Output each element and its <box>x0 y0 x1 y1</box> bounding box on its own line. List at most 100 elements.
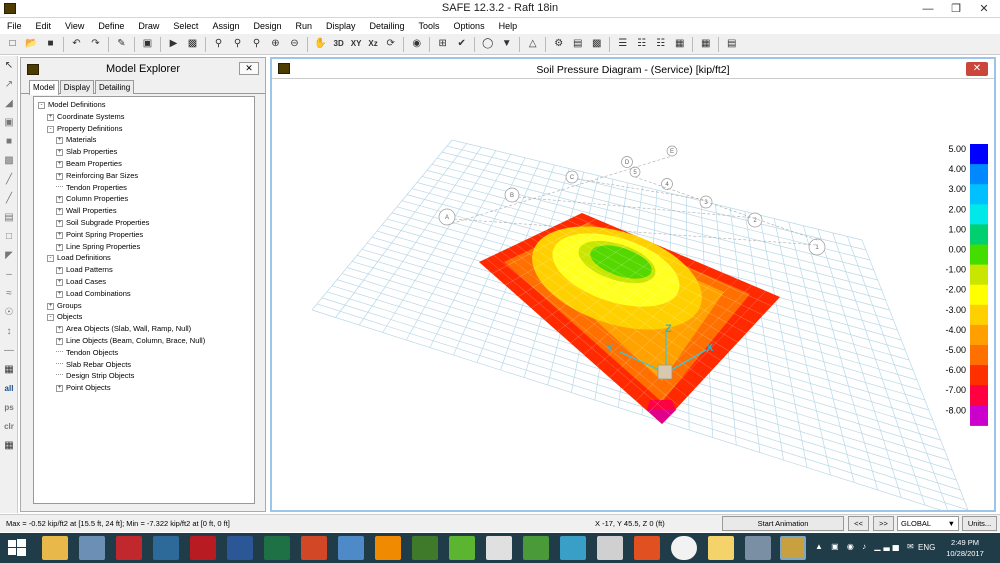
reshape-icon[interactable]: ↗ <box>0 75 18 94</box>
tree-node[interactable]: Tendon Objects <box>56 347 118 358</box>
file-explorer-icon[interactable] <box>42 536 68 560</box>
system-tray[interactable]: ▲ ▣ ◉ ♪ ▁▃▅ ✉ <box>815 542 917 551</box>
draw-dimension-icon[interactable]: ≈ <box>0 284 18 303</box>
expand-icon[interactable]: + <box>56 338 63 345</box>
tree-node[interactable]: + Load Cases <box>56 276 106 287</box>
expand-icon[interactable]: + <box>56 220 63 227</box>
zoom-out-icon[interactable]: ⊖ <box>287 36 303 52</box>
pan-icon[interactable]: ✋ <box>313 36 329 52</box>
pointer-icon[interactable]: ↖ <box>0 56 18 75</box>
tables-icon[interactable]: ▦ <box>698 36 714 52</box>
tab-detailing[interactable]: Detailing <box>95 80 135 94</box>
show-reactions-icon[interactable]: ▼ <box>499 36 515 52</box>
tree-node[interactable]: + Materials <box>56 134 96 145</box>
menu-tools[interactable]: Tools <box>412 18 447 34</box>
plus-app-icon[interactable] <box>449 536 475 560</box>
undo-icon[interactable]: ↶ <box>69 36 85 52</box>
tree-node[interactable]: + Column Properties <box>56 193 128 204</box>
powerpoint-icon[interactable] <box>301 536 327 560</box>
calculator-icon[interactable] <box>79 536 105 560</box>
tree-node[interactable]: + Point Objects <box>56 382 111 393</box>
tree-node[interactable]: - Load Definitions <box>47 252 111 263</box>
menu-run[interactable]: Run <box>288 18 319 34</box>
detailing-icon[interactable]: ▦ <box>672 36 688 52</box>
building-app-icon[interactable] <box>745 536 771 560</box>
pencil-icon[interactable]: ✎ <box>114 36 130 52</box>
previous-step-button[interactable]: << <box>848 516 869 531</box>
tree-node[interactable]: + Beam Properties <box>56 158 122 169</box>
expand-icon[interactable]: + <box>56 137 63 145</box>
show-deformed-icon[interactable]: ◯ <box>480 36 496 52</box>
tree-node[interactable]: - Objects <box>47 311 82 322</box>
draw-beam-icon[interactable]: ╱ <box>0 189 18 208</box>
snap-line-icon[interactable]: — <box>0 341 18 360</box>
snap-icon[interactable]: ☉ <box>0 303 18 322</box>
chart-app-icon[interactable] <box>634 536 660 560</box>
draw-point-icon[interactable]: ■ <box>0 132 18 151</box>
windows-start-icon[interactable] <box>8 539 26 557</box>
expand-icon[interactable]: + <box>56 243 63 251</box>
draw-column-icon[interactable]: ▩ <box>0 151 18 170</box>
expand-icon[interactable]: + <box>56 196 63 204</box>
collapse-icon[interactable]: - <box>47 314 54 322</box>
coordinate-system-select[interactable]: GLOBAL ▼ <box>897 516 959 531</box>
perspective-icon[interactable]: ◉ <box>409 36 425 52</box>
network-app-icon[interactable] <box>338 536 364 560</box>
select-all-button[interactable]: all <box>0 379 18 398</box>
tree-node[interactable]: Slab Rebar Objects <box>56 359 131 370</box>
expand-icon[interactable]: + <box>56 326 63 334</box>
tree-node[interactable]: + Reinforcing Bar Sizes <box>56 170 138 181</box>
tree-node[interactable]: + Line Objects (Beam, Column, Brace, Null… <box>56 335 205 346</box>
show-stresses-icon[interactable]: ⚙ <box>551 36 567 52</box>
previous-selection-button[interactable]: ps <box>0 398 18 417</box>
menu-define[interactable]: Define <box>91 18 131 34</box>
autocad-icon[interactable] <box>116 536 142 560</box>
etabs-icon[interactable] <box>153 536 179 560</box>
run-options-icon[interactable]: ▩ <box>185 36 201 52</box>
tree-node[interactable]: + Slab Properties <box>56 146 117 157</box>
robot-app-icon[interactable] <box>560 536 586 560</box>
tree-node[interactable]: + Load Patterns <box>56 264 113 275</box>
zoom-window-icon[interactable]: ⚲ <box>211 36 227 52</box>
run-icon[interactable]: ▶ <box>166 36 182 52</box>
lock-model-icon[interactable]: ▣ <box>140 36 156 52</box>
draw-strip-icon[interactable]: □ <box>0 227 18 246</box>
vlc-icon[interactable] <box>375 536 401 560</box>
next-step-button[interactable]: >> <box>873 516 894 531</box>
tab-model[interactable]: Model <box>29 80 59 95</box>
show-forces-icon[interactable]: △ <box>525 36 541 52</box>
close-window-button[interactable]: ✕ <box>970 0 998 18</box>
tree-node[interactable]: - Model Definitions <box>38 99 106 110</box>
draw-rebar-icon[interactable]: – <box>0 265 18 284</box>
view-xy-button[interactable]: XY <box>349 36 364 52</box>
tree-node[interactable]: + Point Spring Properties <box>56 229 143 240</box>
clock[interactable]: 2:49 PM 10/28/2017 <box>940 537 990 559</box>
show-strip-icon[interactable]: ▩ <box>589 36 605 52</box>
expand-icon[interactable]: + <box>47 113 54 121</box>
word-icon[interactable] <box>227 536 253 560</box>
expand-icon[interactable]: + <box>56 208 63 216</box>
chrome-icon[interactable] <box>671 536 697 560</box>
viewer-close-button[interactable]: ✕ <box>966 62 988 76</box>
draw-tendon-icon[interactable]: ◤ <box>0 246 18 265</box>
expand-icon[interactable]: + <box>56 290 63 298</box>
expand-icon[interactable]: + <box>56 231 63 239</box>
beam-design-icon[interactable]: ☷ <box>653 36 669 52</box>
view-xz-button[interactable]: Xz <box>366 36 379 52</box>
expand-icon[interactable]: + <box>56 149 63 157</box>
snap-midpoint-icon[interactable]: ↕ <box>0 322 18 341</box>
table-display-icon[interactable]: ▦ <box>0 436 18 455</box>
zoom-in-icon[interactable]: ⊕ <box>268 36 284 52</box>
menu-assign[interactable]: Assign <box>205 18 246 34</box>
expand-icon[interactable]: + <box>56 385 63 393</box>
draw-line-icon[interactable]: ╱ <box>0 170 18 189</box>
minimize-button[interactable]: — <box>914 0 942 18</box>
menu-design[interactable]: Design <box>246 18 288 34</box>
tree-node[interactable]: + Area Objects (Slab, Wall, Ramp, Null) <box>56 323 191 334</box>
select-all-icon[interactable]: ⊞ <box>435 36 451 52</box>
menu-display[interactable]: Display <box>319 18 363 34</box>
tree-node[interactable]: + Coordinate Systems <box>47 111 125 122</box>
dictionary-app-icon[interactable] <box>486 536 512 560</box>
expand-icon[interactable]: + <box>56 279 63 286</box>
punching-shear-icon[interactable]: ☷ <box>634 36 650 52</box>
